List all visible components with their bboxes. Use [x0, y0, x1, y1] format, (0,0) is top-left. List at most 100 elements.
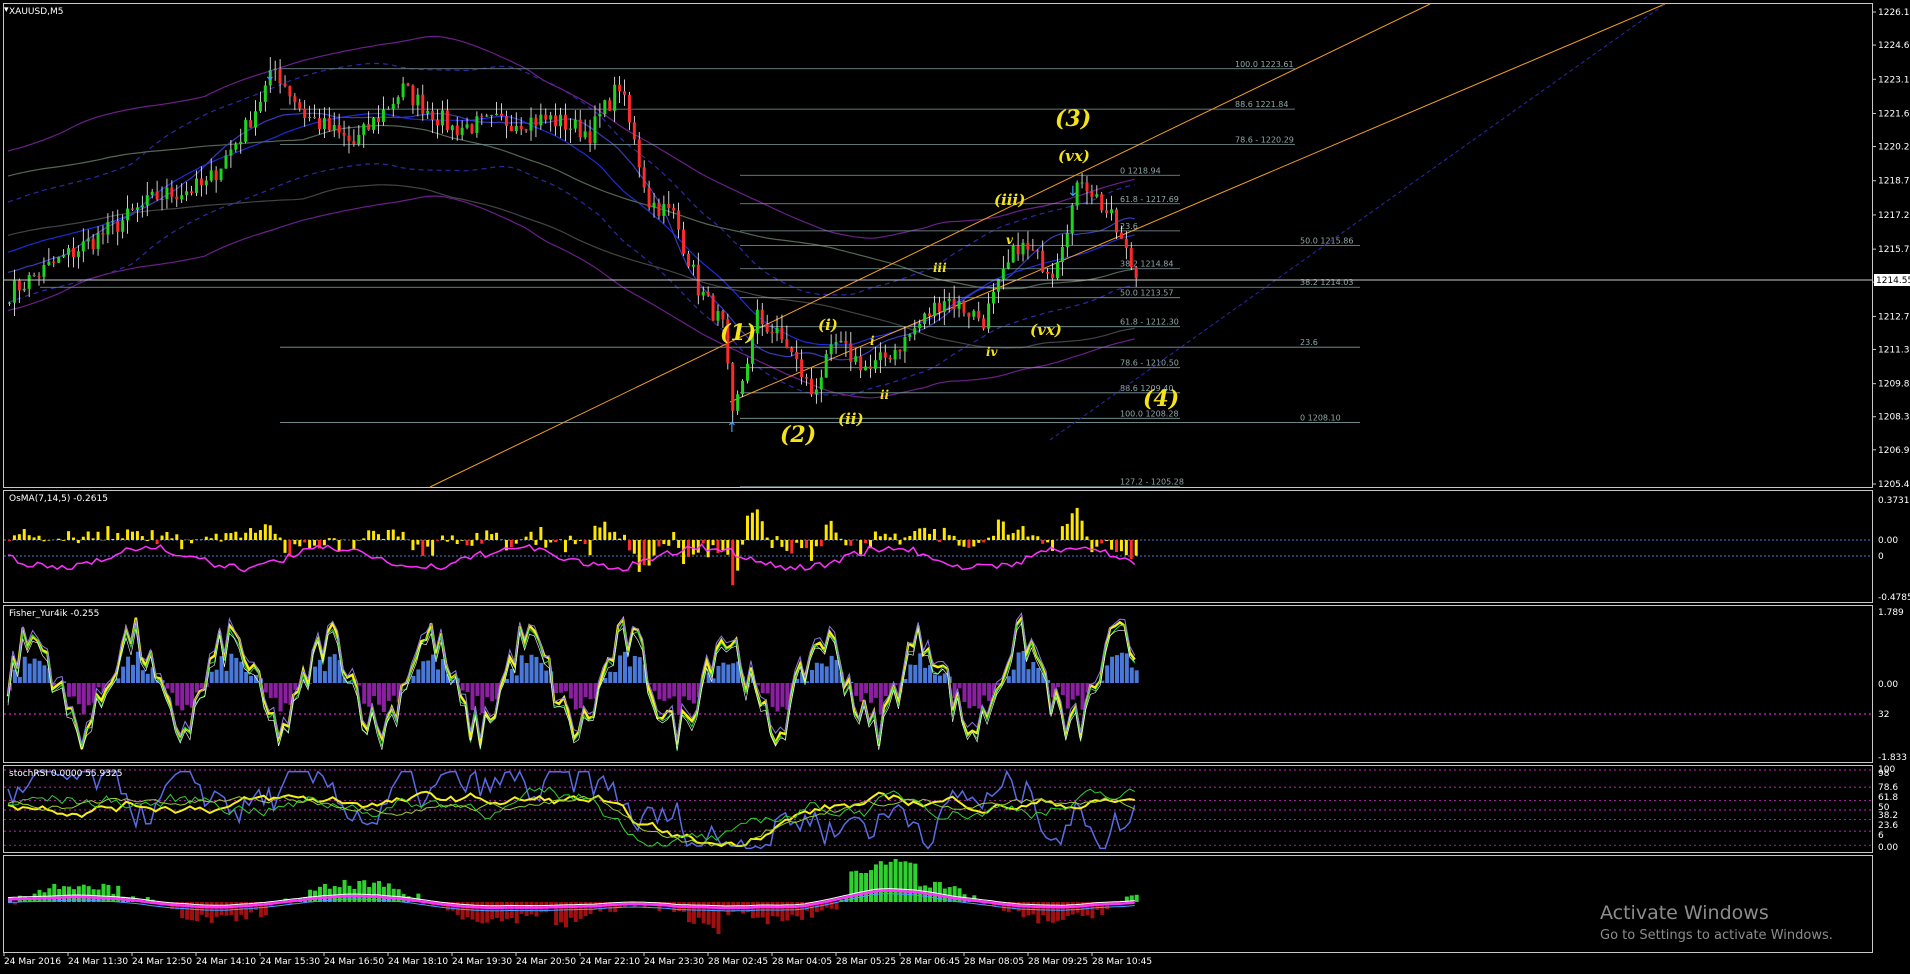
fisher-bar — [563, 683, 568, 692]
wave-label: ii — [880, 388, 890, 402]
candle-body — [618, 84, 622, 92]
bottom-bar — [1041, 902, 1046, 916]
fisher-bar — [32, 658, 37, 683]
osma-bar — [372, 530, 376, 540]
candle-body — [135, 207, 139, 210]
osma-bar — [367, 530, 371, 540]
wave-label: (vx) — [1030, 321, 1062, 339]
fisher-bar — [249, 675, 254, 683]
osma-bar — [647, 540, 651, 566]
osma-bar — [219, 540, 223, 542]
candle-body — [431, 110, 435, 120]
bottom-bar — [219, 902, 224, 916]
osma-bar — [932, 529, 936, 540]
candle-body — [1129, 248, 1133, 268]
osma-bar — [726, 540, 730, 555]
candle-body — [401, 83, 405, 98]
fisher-bar — [273, 683, 278, 698]
candle-body — [303, 108, 307, 119]
price-tick-label: 1208.35 — [1878, 413, 1910, 423]
osma-bar — [381, 538, 385, 540]
fisher-bar — [313, 666, 318, 683]
fisher-bar — [116, 678, 121, 683]
axis-tick-label: 38.2 — [1878, 811, 1898, 821]
fisher-bar — [1006, 676, 1011, 683]
osma-signal-curve — [7, 543, 1136, 573]
osma-bar — [834, 532, 838, 540]
fisher-bar — [682, 683, 687, 697]
fisher-bar — [824, 666, 829, 683]
candle-body — [736, 394, 740, 411]
fisher-bar — [869, 683, 873, 703]
osma-bar — [199, 539, 203, 540]
axis-tick-label: -1.833 — [1878, 753, 1907, 763]
osma-bar — [1046, 540, 1050, 543]
osma-bar — [539, 527, 543, 540]
wave-label: (ii) — [838, 410, 864, 428]
osma-bar — [672, 532, 676, 540]
dropdown-triangle-icon[interactable]: ▾ — [4, 5, 9, 15]
fib-label: 61.8 - 1217.69 — [1120, 195, 1179, 204]
osma-bar — [509, 540, 513, 548]
osma-bar — [386, 529, 390, 540]
fisher-bar — [386, 683, 391, 701]
candle-body — [539, 114, 543, 126]
fisher-bar — [436, 669, 441, 683]
candle-body — [1031, 249, 1035, 251]
symbol-label: XAUUSD,M5 — [9, 7, 64, 17]
osma-bar — [480, 540, 484, 544]
fisher-bar — [962, 683, 967, 702]
wave-label: (vx) — [1058, 147, 1090, 165]
fisher-bar — [165, 683, 170, 689]
time-tick-label: 24 Mar 23:30 — [644, 957, 704, 967]
wave-label: (i) — [818, 316, 838, 334]
current-price-label: 1214.55 — [1876, 276, 1910, 286]
fisher-bar — [76, 683, 81, 705]
candle-body — [814, 389, 818, 395]
bottom-bar — [52, 883, 57, 902]
candle-body — [534, 117, 538, 126]
osma-bar — [627, 540, 631, 551]
fisher-bar — [859, 683, 864, 702]
fisher-bar — [81, 683, 86, 715]
osma-bar — [106, 526, 110, 540]
candle-body — [352, 140, 356, 145]
fisher-bar — [1065, 683, 1070, 709]
stochrsi-axis: 1009878.661.85038.223.660.00 — [1878, 765, 1898, 853]
osma-bar — [140, 536, 144, 540]
fib-label: 61.8 - 1212.30 — [1120, 318, 1179, 327]
fisher-bar — [677, 683, 682, 715]
osma-bar — [111, 538, 115, 540]
candle-body — [800, 359, 804, 378]
osma-bar — [121, 538, 125, 540]
time-tick-label: 28 Mar 09:25 — [1028, 957, 1088, 967]
candle-body — [627, 94, 631, 123]
fisher-bar — [814, 662, 819, 683]
bottom-bar — [86, 886, 91, 902]
candle-body — [524, 129, 528, 131]
fisher-bar — [214, 669, 219, 683]
fisher-bar — [913, 664, 918, 683]
fisher-bar — [475, 683, 480, 696]
osma-axis: 0.3731 0.00 0 -0.4785 — [1878, 496, 1910, 603]
osma-bar — [71, 537, 75, 540]
osma-bar — [352, 540, 356, 550]
current-price-marker: 1214.55 — [4, 274, 1910, 286]
osma-bar — [987, 537, 991, 540]
wave-label: (2) — [780, 422, 816, 448]
candle-body — [450, 125, 454, 131]
candle-body — [42, 264, 46, 277]
fisher-bar — [465, 683, 470, 693]
osma-bar — [1134, 540, 1138, 556]
fisher-bar — [234, 657, 239, 683]
candle-body — [347, 135, 351, 141]
axis-tick-label: -0.4785 — [1878, 593, 1910, 603]
osma-bar — [1115, 540, 1118, 553]
fisher-bar — [529, 654, 534, 683]
channel-mid-line — [1049, 3, 1666, 441]
fisher-bar — [982, 683, 987, 696]
osma-bar — [42, 540, 46, 542]
bottom-panel-frame — [3, 855, 1873, 953]
osma-bar — [1119, 540, 1123, 552]
fisher-bar — [391, 683, 396, 696]
